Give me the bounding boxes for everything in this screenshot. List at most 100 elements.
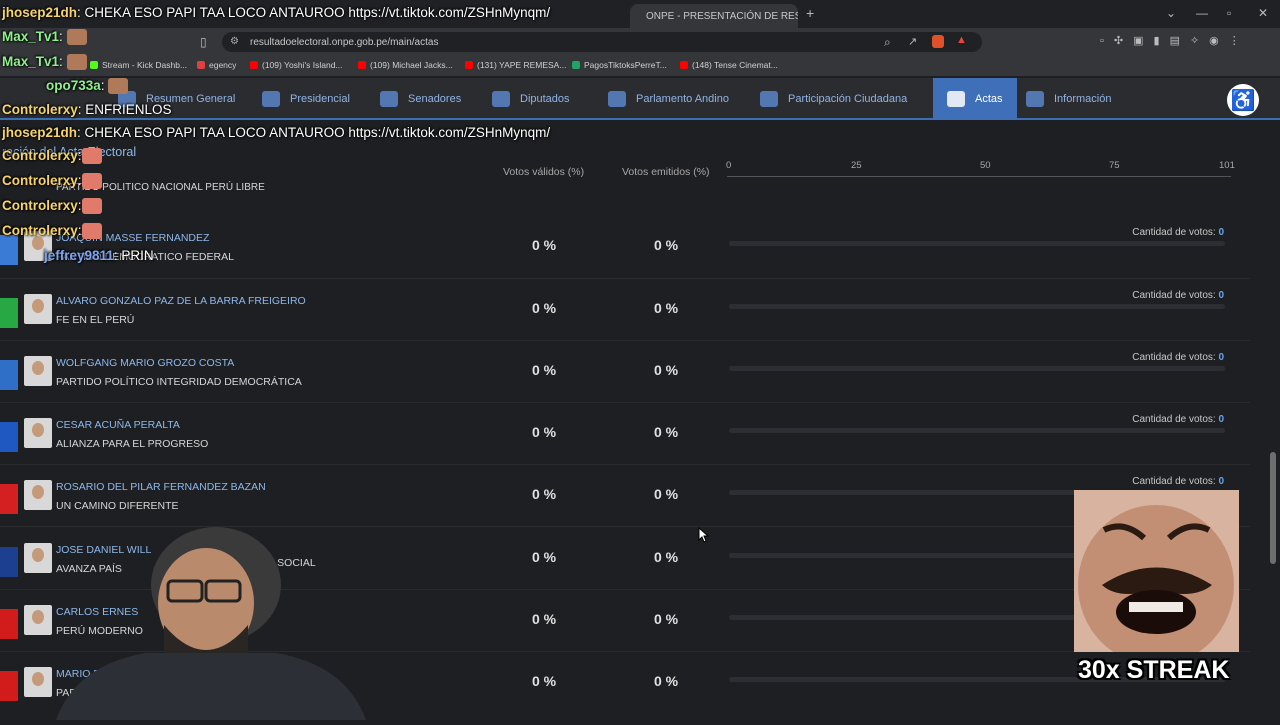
nav-actas[interactable]: Actas xyxy=(933,78,1017,120)
party-logo xyxy=(0,671,18,701)
candidate-name[interactable]: JOAQUIN MASSE FERNANDEZ xyxy=(56,232,209,244)
streak-label: 30x STREAK xyxy=(1078,656,1230,684)
axis-line xyxy=(727,176,1231,177)
party-name: PARTIDO DEMOCRATICO FEDERAL xyxy=(56,251,234,263)
axis-tick: 101 xyxy=(1219,160,1235,171)
valid-pct: 0 % xyxy=(532,362,557,378)
valid-pct: 0 % xyxy=(532,300,557,316)
brave-rewards-icon[interactable]: ▲ xyxy=(956,34,967,46)
section-title: ración del Acta Electoral xyxy=(2,145,137,159)
nav-presidencial[interactable]: Presidencial xyxy=(262,78,350,120)
axis-tick: 50 xyxy=(980,160,991,171)
nav-senadores[interactable]: Senadores xyxy=(380,78,461,120)
tab-active[interactable]: ONPE - PRESENTACIÓN DE RESU ✕ xyxy=(630,4,798,28)
chat-message: Controlerxy: xyxy=(2,198,102,215)
valid-pct: 0 % xyxy=(532,237,557,253)
tab-search-icon[interactable]: ⌄ xyxy=(1166,6,1176,20)
info-icon xyxy=(1026,91,1044,107)
sheets-icon xyxy=(572,61,580,69)
valid-pct: 0 % xyxy=(532,673,557,689)
minimize-icon[interactable]: — xyxy=(1196,6,1208,20)
valid-pct: 0 % xyxy=(532,424,557,440)
candidate-photo xyxy=(24,418,52,448)
bookmark-item[interactable]: (148) Tense Cinemat... xyxy=(680,60,778,70)
candidate-name[interactable]: WOLFGANG MARIO GROZO COSTA xyxy=(56,357,234,369)
site-info-icon[interactable]: ⚙ xyxy=(230,36,239,47)
bookmark-item[interactable]: Stream - Kick Dashb... xyxy=(90,60,187,70)
table-row: CESAR ACUÑA PERALTA ALIANZA PARA EL PROG… xyxy=(0,414,1250,476)
valid-pct: 0 % xyxy=(532,611,557,627)
candidate-photo xyxy=(24,356,52,386)
bookmark-item[interactable]: (109) Yoshi's Island... xyxy=(250,60,343,70)
candidate-photo xyxy=(24,294,52,324)
summary-icon xyxy=(118,91,136,107)
youtube-icon xyxy=(465,61,473,69)
divider xyxy=(0,278,1250,279)
nav-informacion[interactable]: Información xyxy=(1026,78,1111,120)
nav-participacion[interactable]: Participación Ciudadana xyxy=(760,78,907,120)
url-text: resultadoelectoral.onpe.gob.pe/main/acta… xyxy=(250,36,439,48)
share-icon[interactable]: ↗ xyxy=(908,35,917,48)
candidate-photo xyxy=(24,231,52,261)
emitted-pct: 0 % xyxy=(654,424,679,440)
check-document-icon xyxy=(947,91,965,107)
axis-tick: 25 xyxy=(851,160,862,171)
party-logo xyxy=(0,609,18,639)
divider xyxy=(0,464,1250,465)
party-name: FE EN EL PERÚ xyxy=(56,314,135,326)
zoom-icon[interactable]: ⌕ xyxy=(884,35,891,50)
youtube-icon xyxy=(250,61,258,69)
maximize-icon[interactable]: ▫ xyxy=(1227,6,1231,20)
axis-tick: 75 xyxy=(1109,160,1120,171)
youtube-icon xyxy=(358,61,366,69)
bookmark-star-icon[interactable]: ▯ xyxy=(200,35,207,49)
candidate-name[interactable]: ALVARO GONZALO PAZ DE LA BARRA FREIGEIRO xyxy=(56,295,306,307)
party-logo xyxy=(0,422,18,452)
emitted-pct: 0 % xyxy=(654,611,679,627)
close-window-icon[interactable]: ✕ xyxy=(1258,6,1268,20)
party-logo xyxy=(0,484,18,514)
nav-resumen-general[interactable]: Resumen General xyxy=(118,78,235,120)
valid-pct: 0 % xyxy=(532,549,557,565)
flag-icon xyxy=(262,91,280,107)
browser-tab-bar: ONPE - PRESENTACIÓN DE RESU ✕ + ⌄ — ▫ ✕ xyxy=(0,0,1280,28)
candidate-photo xyxy=(24,480,52,510)
emitted-pct: 0 % xyxy=(654,549,679,565)
accessibility-button[interactable]: ♿ xyxy=(1227,84,1259,116)
candidate-name[interactable]: ROSARIO DEL PILAR FERNANDEZ BAZAN xyxy=(56,481,266,493)
globe-icon xyxy=(608,91,626,107)
tab-inactive[interactable] xyxy=(0,4,620,28)
col-emitted-header: Votos emitidos (%) xyxy=(622,166,710,178)
party-logo xyxy=(0,360,18,390)
congress-icon xyxy=(492,91,510,107)
bookmarks-bar: Stream - Kick Dashb... egency (109) Yosh… xyxy=(0,56,1280,76)
people-icon xyxy=(760,91,778,107)
bookmark-item[interactable]: (109) Michael Jacks... xyxy=(358,60,453,70)
site-nav: Resumen General Presidencial Senadores D… xyxy=(0,78,1280,120)
vote-bar xyxy=(729,366,1225,371)
bookmark-item[interactable]: PagosTiktoksPerreT... xyxy=(572,60,667,70)
new-tab-icon[interactable]: + xyxy=(806,5,814,21)
party-logo xyxy=(0,298,18,328)
youtube-icon xyxy=(680,61,688,69)
vote-count: Cantidad de votos: 0 xyxy=(1132,290,1224,301)
emitted-pct: 0 % xyxy=(654,362,679,378)
valid-pct: 0 % xyxy=(532,486,557,502)
vote-count: Cantidad de votos: 0 xyxy=(1132,414,1224,425)
thumbs-emote-icon xyxy=(81,198,102,215)
emitted-pct: 0 % xyxy=(654,673,679,689)
senate-icon xyxy=(380,91,398,107)
extension-icons[interactable]: ▫✣▣▮▤✧◉⋮ xyxy=(1100,34,1250,47)
bookmark-item[interactable]: (131) YAPE REMESA... xyxy=(465,60,566,70)
nav-parlamento-andino[interactable]: Parlamento Andino xyxy=(608,78,729,120)
emitted-pct: 0 % xyxy=(654,486,679,502)
table-row: WOLFGANG MARIO GROZO COSTA PARTIDO POLÍT… xyxy=(0,352,1250,414)
page-scrollbar[interactable] xyxy=(1270,452,1276,564)
candidate-name[interactable]: CESAR ACUÑA PERALTA xyxy=(56,419,180,431)
url-input[interactable]: ⚙ resultadoelectoral.onpe.gob.pe/main/ac… xyxy=(222,32,982,52)
nav-diputados[interactable]: Diputados xyxy=(492,78,570,120)
brave-shield-icon[interactable] xyxy=(932,35,944,48)
party-logo xyxy=(0,547,18,577)
bookmark-item[interactable]: egency xyxy=(197,60,236,70)
vote-count: Cantidad de votos: 0 xyxy=(1132,227,1224,238)
